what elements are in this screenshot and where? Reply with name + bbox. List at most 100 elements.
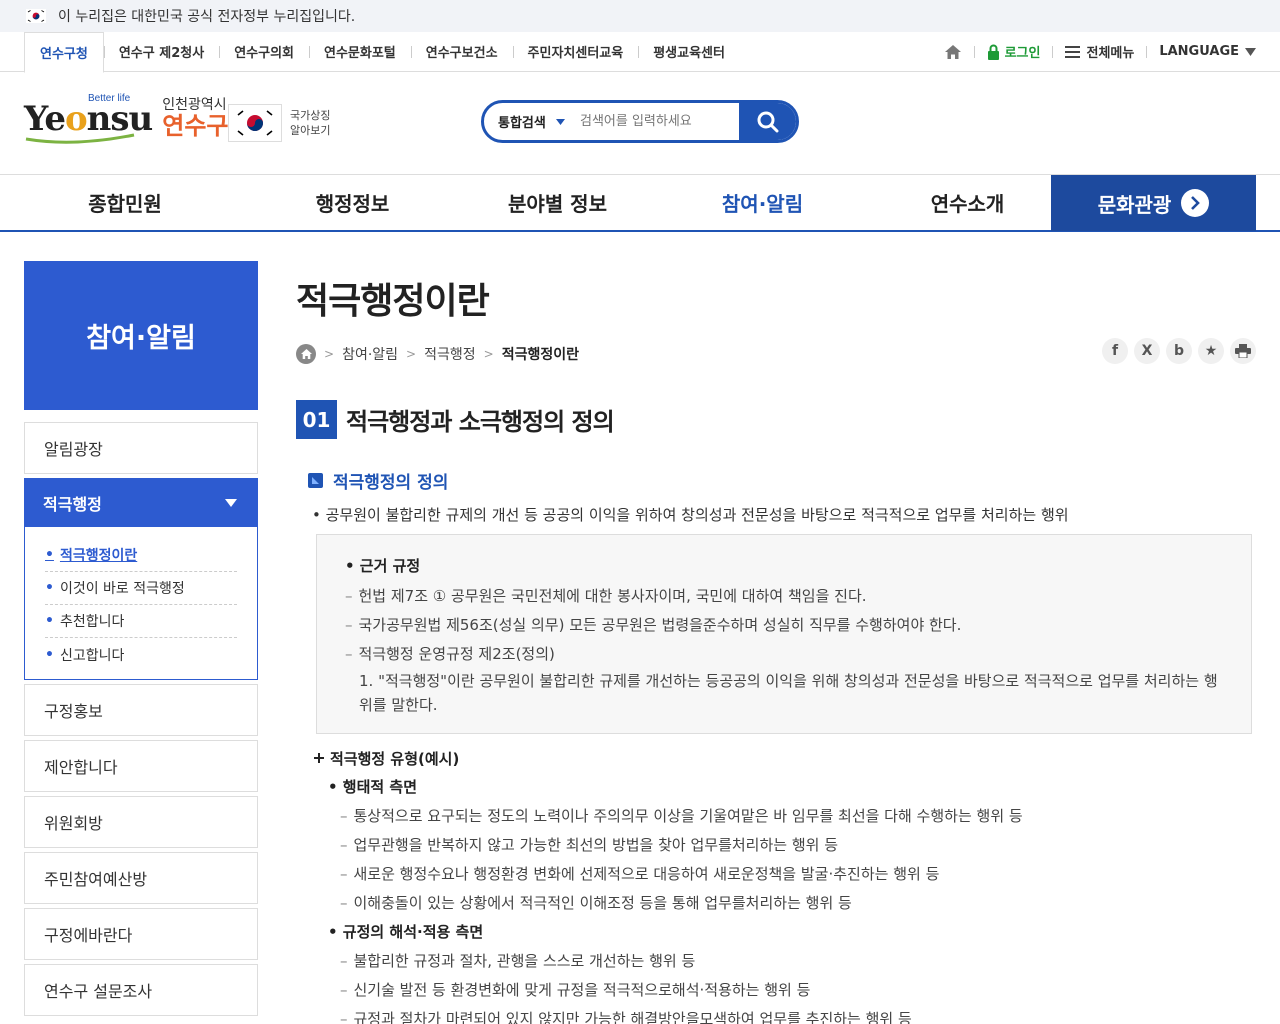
all-menu-link[interactable]: 전체메뉴	[1065, 42, 1134, 61]
side-nav-item-budget[interactable]: 주민참여예산방	[24, 852, 258, 904]
breadcrumb-separator-icon: >	[483, 347, 494, 361]
types-item-text: 이해충돌이 있는 상황에서 적극적인 이해조정 등을 통해 업무를처리하는 행위…	[353, 894, 852, 912]
side-navigation: 참여·알림 알림광장 적극행정 • 적극행정이란 • 이것이 바로 적극행정 • 추천…	[24, 261, 258, 1016]
dash-marker: –	[345, 616, 353, 634]
types-item: – 통상적으로 요구되는 정도의 노력이나 주의의무 이상을 기울여맡은 바 임무…	[314, 801, 1244, 830]
top-utils: 로그인 전체메뉴 LANGUAGE	[944, 42, 1280, 61]
legal-basis-text: 헌법 제7조 ① 공무원은 국민전체에 대한 봉사자이며, 국민에 대하여 책임…	[358, 587, 867, 605]
side-nav-item-proposal[interactable]: 제안합니다	[24, 740, 258, 792]
heading-marker-icon	[308, 473, 323, 488]
logo-swoosh-icon	[25, 133, 135, 144]
national-symbol-text: 국가상징 알아보기	[290, 108, 330, 139]
side-nav-sub-report[interactable]: • 신고합니다	[45, 638, 237, 671]
search-scope-select[interactable]: 통합검색	[484, 112, 574, 131]
search-button[interactable]	[739, 103, 796, 140]
legal-basis-item: – 적극행정 운영규정 제2조(정의)	[345, 644, 1223, 664]
share-tools: f X b ★	[1102, 338, 1256, 364]
breadcrumb: > 참여·알림 > 적극행정 > 적극행정이란	[296, 344, 579, 364]
search-input[interactable]	[580, 114, 740, 129]
side-nav-sub-recommend[interactable]: • 추천합니다	[45, 605, 237, 638]
breadcrumb-item[interactable]: 참여·알림	[342, 344, 398, 364]
logo-tagline: Better life	[88, 92, 131, 104]
types-group-regulation: • 규정의 해석·적용 측면	[328, 923, 484, 941]
print-icon[interactable]	[1230, 338, 1256, 364]
yeonsu-logo[interactable]: Better life Yeonsu 인천광역시 연수구	[24, 93, 228, 144]
active-admin-types: 적극행정 유형(예시) • 행태적 측면 – 통상적으로 요구되는 정도의 노력이…	[314, 744, 1244, 1024]
dash-marker: –	[340, 980, 348, 999]
side-nav-sub-label: 적극행정이란	[59, 548, 138, 564]
side-nav-sub-what-is[interactable]: • 적극행정이란	[45, 539, 237, 572]
types-item: – 신기술 발전 등 환경변화에 맞게 규정을 적극적으로해석·적용하는 행위 등	[314, 975, 1244, 1004]
types-item-text: 신기술 발전 등 환경변화에 맞게 규정을 적극적으로해석·적용하는 행위 등	[353, 981, 811, 999]
types-item-text: 규정과 절차가 마련되어 있지 않지만 가능한 해결방안을모색하여 업무를 추진…	[353, 1010, 912, 1024]
dash-marker: –	[340, 893, 348, 912]
dash-marker: –	[340, 864, 348, 883]
top-links-bar: 연수구청 연수구 제2청사 연수구의회 연수문화포털 연수구보건소 주민자치센터…	[0, 32, 1280, 73]
dash-marker: –	[340, 835, 348, 854]
gnb-item-civil-service[interactable]: 종합민원	[0, 175, 250, 230]
gnb-culture-tour-button[interactable]: 문화관광	[1051, 175, 1256, 231]
breadcrumb-item[interactable]: 적극행정	[424, 344, 476, 364]
site-link-council[interactable]: 연수구의회	[219, 32, 309, 71]
gnb-item-admin-info[interactable]: 행정정보	[250, 175, 455, 230]
section-title: 적극행정과 소극행정의 정의	[346, 408, 615, 436]
facebook-icon[interactable]: f	[1102, 338, 1128, 364]
side-nav-sub-this-is[interactable]: • 이것이 바로 적극행정	[45, 572, 237, 605]
site-link-community-education[interactable]: 주민자치센터교육	[512, 32, 639, 71]
search-scope-label: 통합검색	[498, 116, 546, 131]
divider	[1146, 45, 1148, 58]
legal-basis-subitem: 1. "적극행정"이란 공무원이 불합리한 규제를 개선하는 등공공의 이익을 …	[359, 672, 1218, 714]
side-nav-item-active-admin[interactable]: 적극행정	[25, 479, 257, 527]
divider	[973, 45, 975, 58]
legal-basis-item: – 국가공무원법 제56조(성실 의무) 모든 공무원은 법령을준수하며 성실히 …	[345, 615, 1223, 635]
bullet: •	[45, 646, 54, 663]
divider	[1052, 45, 1054, 58]
types-item: – 불합리한 규정과 절차, 관행을 스스로 개선하는 행위 등	[314, 946, 1244, 975]
taegeuk-flag-icon	[232, 107, 278, 139]
national-symbol-link[interactable]: 국가상징 알아보기	[228, 104, 330, 142]
national-symbol-line: 알아보기	[290, 124, 331, 137]
site-link-yeonsu-office[interactable]: 연수구청	[24, 32, 104, 73]
site-header: Better life Yeonsu 인천광역시 연수구 국가상징 알아보기 통…	[0, 72, 1280, 174]
language-select[interactable]: LANGUAGE	[1159, 44, 1256, 59]
gnb-item-about[interactable]: 연수소개	[865, 175, 1070, 230]
side-nav-item-notice-square[interactable]: 알림광장	[24, 422, 258, 474]
site-link-culture-portal[interactable]: 연수문화포털	[309, 32, 411, 71]
all-menu-label: 전체메뉴	[1086, 46, 1135, 61]
definition-text: • 공무원이 불합리한 규제의 개선 등 공공의 이익을 위하여 창의성과 전문…	[312, 506, 1069, 524]
dash-marker: –	[345, 645, 353, 663]
site-link-second-office[interactable]: 연수구 제2청사	[103, 32, 219, 71]
login-link[interactable]: 로그인	[987, 42, 1040, 61]
main-content: 적극행정이란 > 참여·알림 > 적극행정 > 적극행정이란 f X b ★ 0…	[296, 272, 1256, 1024]
side-nav-item-pr[interactable]: 구정홍보	[24, 684, 258, 736]
gnb-item-field-info[interactable]: 분야별 정보	[455, 175, 660, 230]
legal-basis-box: • 근거 규정 – 헌법 제7조 ① 공무원은 국민전체에 대한 봉사자이며, 국…	[316, 534, 1252, 734]
side-nav-group-active-admin: 적극행정 • 적극행정이란 • 이것이 바로 적극행정 • 추천합니다 • 신고합니다	[24, 478, 258, 680]
side-nav-sub-label: 신고합니다	[59, 647, 125, 664]
types-item: – 새로운 행정수요나 행정환경 변화에 선제적으로 대응하여 새로운정책을 발굴…	[314, 859, 1244, 888]
side-nav-item-survey[interactable]: 연수구 설문조사	[24, 964, 258, 1016]
side-nav-item-request[interactable]: 구정에바란다	[24, 908, 258, 960]
national-emblem	[228, 104, 282, 142]
logo-wordmark: Better life Yeonsu	[24, 93, 153, 144]
breadcrumb-home-icon[interactable]	[296, 344, 316, 364]
home-icon[interactable]	[944, 44, 962, 60]
legal-basis-heading: • 근거 규정	[345, 557, 421, 575]
blog-icon[interactable]: b	[1166, 338, 1192, 364]
types-item-text: 새로운 행정수요나 행정환경 변화에 선제적으로 대응하여 새로운정책을 발굴·…	[353, 865, 940, 883]
logo-city-province: 인천광역시	[162, 97, 227, 113]
bullet: •	[45, 547, 54, 563]
caret-down-icon	[225, 499, 237, 507]
star-icon[interactable]: ★	[1198, 338, 1224, 364]
x-twitter-icon[interactable]: X	[1134, 338, 1160, 364]
section-heading: 01 적극행정과 소극행정의 정의	[296, 400, 615, 439]
site-link-lifelong-education[interactable]: 평생교육센터	[638, 32, 740, 71]
types-heading-text: 적극행정 유형(예시)	[330, 749, 460, 768]
site-link-health-center[interactable]: 연수구보건소	[410, 32, 513, 71]
page-title: 적극행정이란	[296, 281, 490, 322]
side-nav-item-committee[interactable]: 위원회방	[24, 796, 258, 848]
gnb-item-participation[interactable]: 참여·알림	[660, 175, 865, 230]
breadcrumb-separator-icon: >	[324, 347, 335, 361]
search-icon	[757, 111, 779, 132]
gov-banner-text: 이 누리집은 대한민국 공식 전자정부 누리집입니다.	[58, 9, 356, 25]
